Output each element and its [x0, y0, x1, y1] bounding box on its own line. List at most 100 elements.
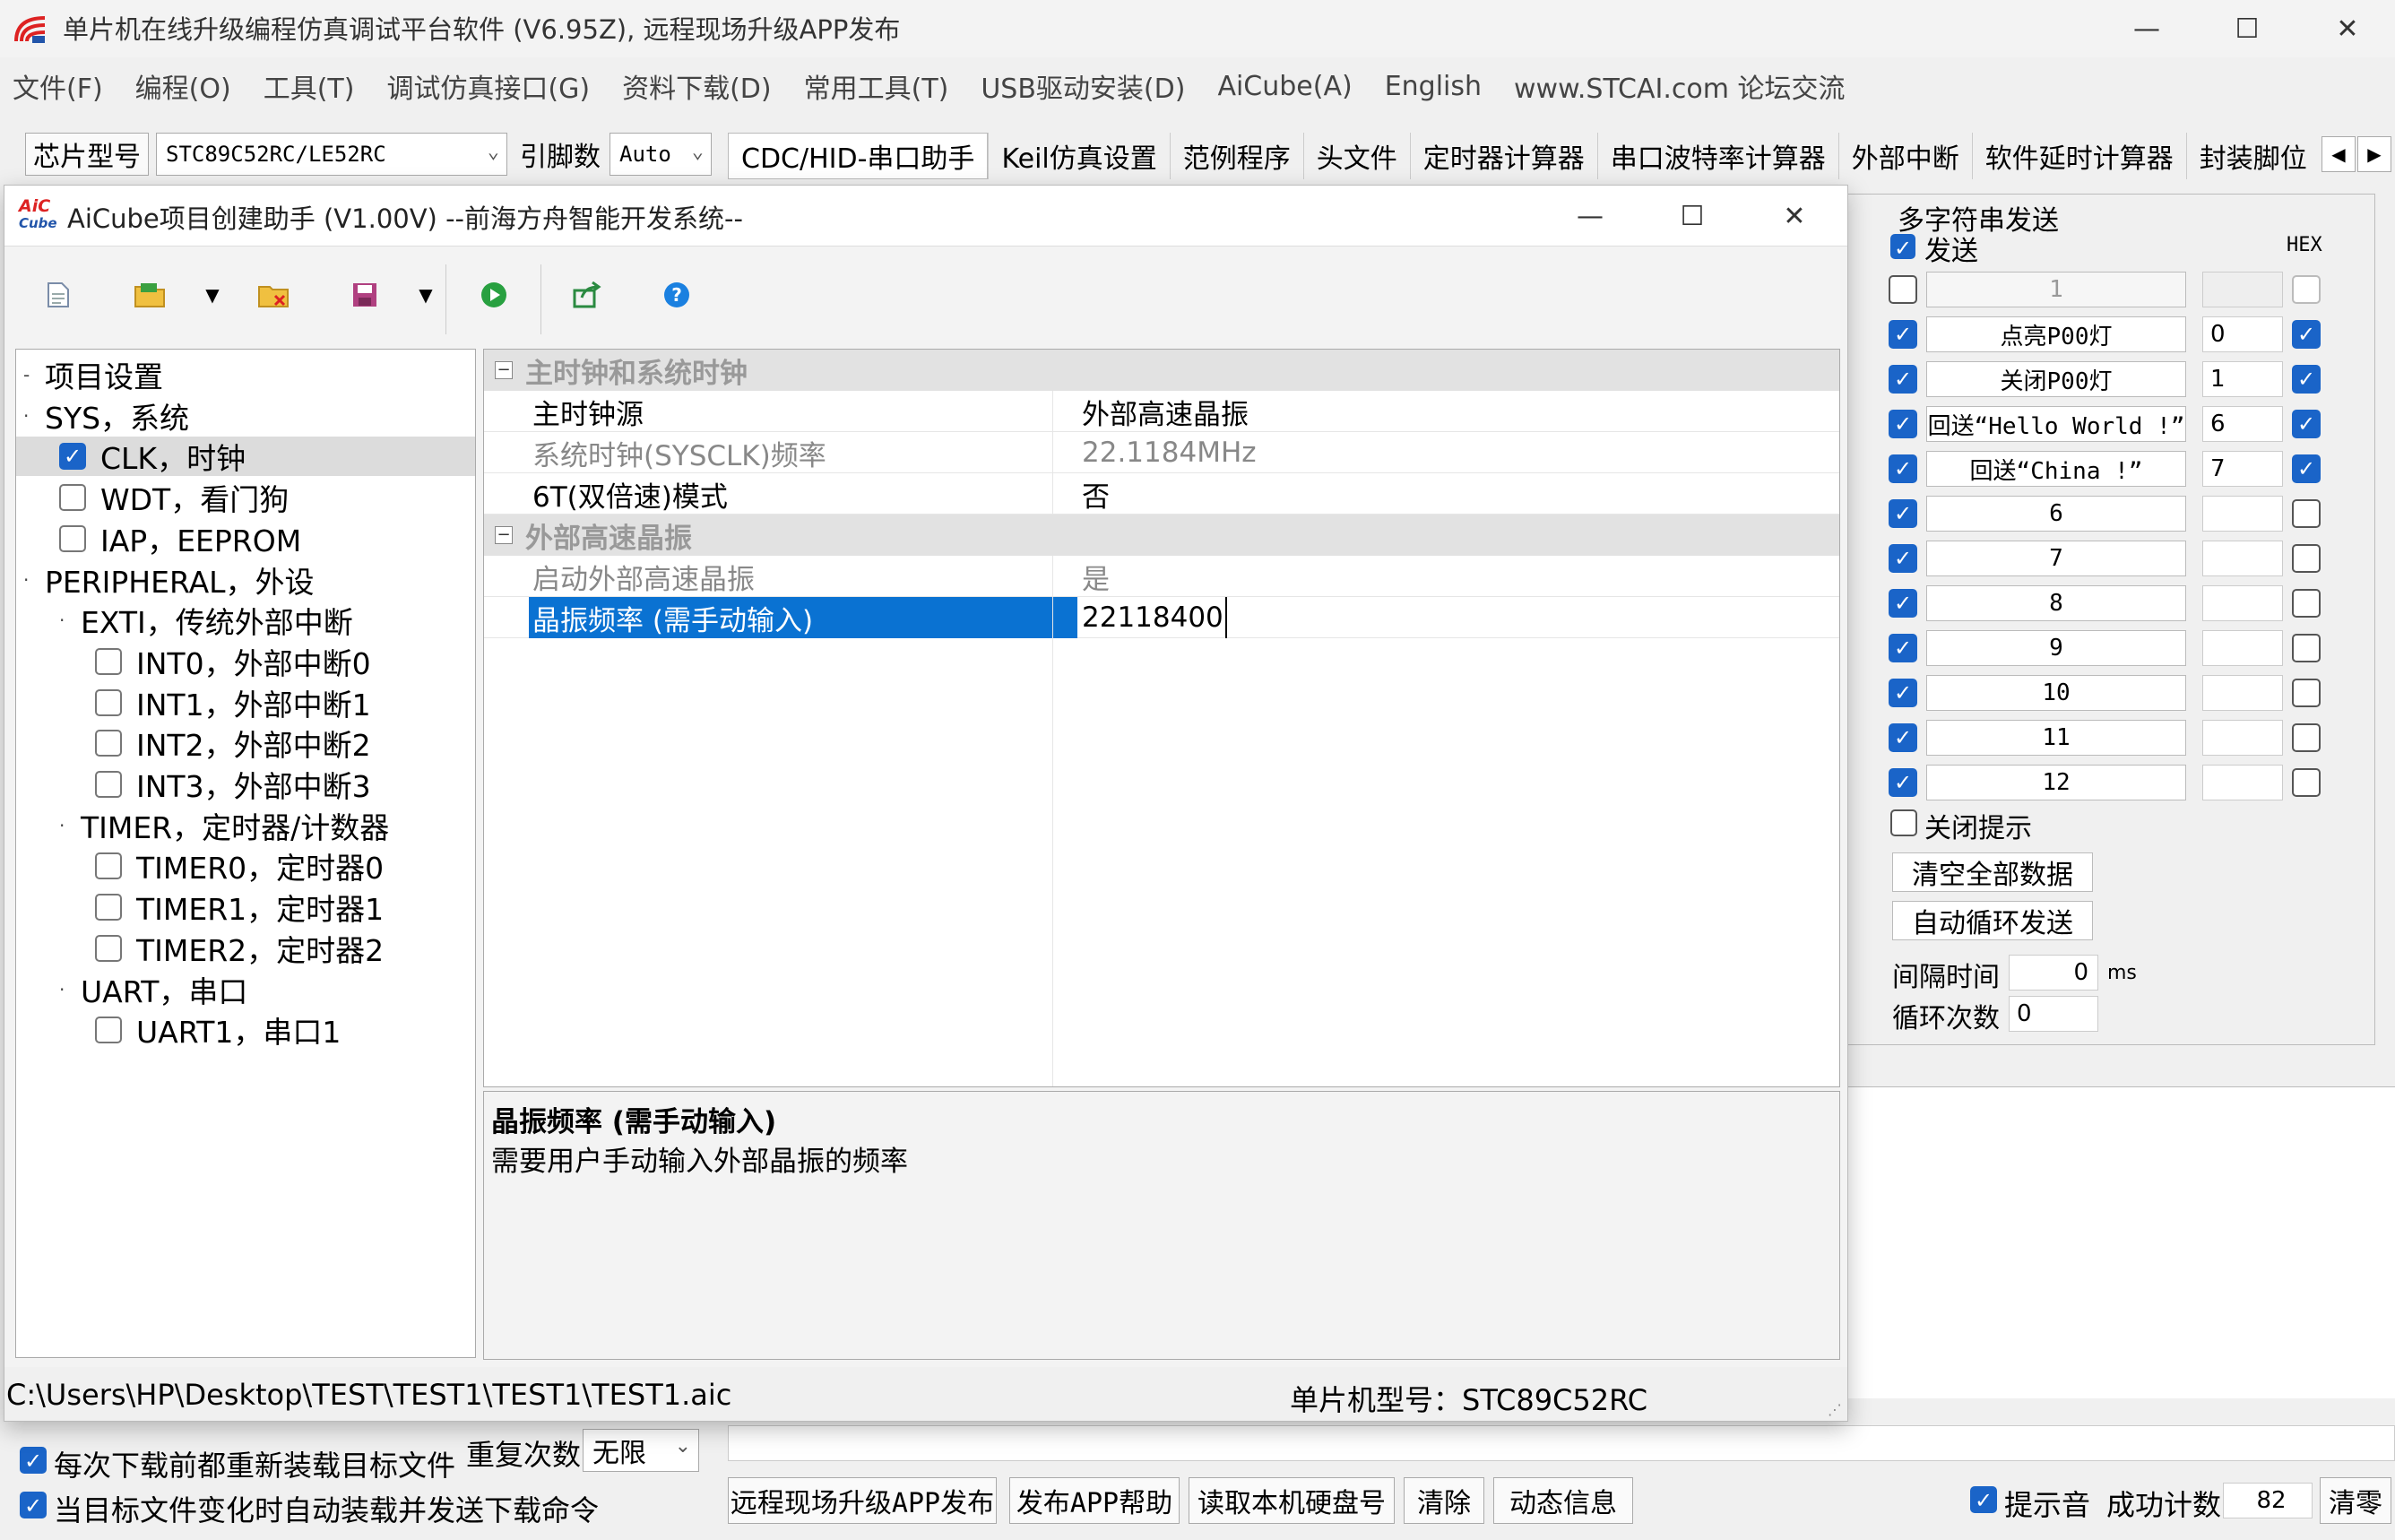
row-string-input[interactable]: 6 — [2202, 406, 2283, 442]
row-send-checkbox[interactable] — [1889, 679, 1917, 707]
row-string-input[interactable] — [2202, 720, 2283, 756]
tree-node[interactable]: INT3，外部中断3 — [95, 765, 371, 804]
row-send-button[interactable]: 11 — [1926, 720, 2186, 756]
row-hex-checkbox[interactable] — [2292, 589, 2321, 618]
tab-external-interrupt[interactable]: 外部中断 — [1837, 133, 1972, 179]
tree-checkbox[interactable] — [95, 771, 122, 798]
tab-timer-calculator[interactable]: 定时器计算器 — [1409, 133, 1597, 179]
auto-load-checkbox[interactable] — [20, 1492, 47, 1518]
row-send-checkbox[interactable] — [1889, 544, 1917, 573]
pins-select[interactable]: Auto ⌄ — [610, 133, 712, 176]
row-hex-checkbox[interactable] — [2292, 634, 2321, 662]
expand-icon[interactable]: · — [59, 815, 75, 836]
row-hex-checkbox[interactable] — [2292, 320, 2321, 349]
row-send-checkbox[interactable] — [1889, 634, 1917, 662]
tree-node[interactable]: TIMER2，定时器2 — [95, 929, 384, 968]
row-string-input[interactable] — [2202, 585, 2283, 621]
chip-type-select[interactable]: STC89C52RC/LE52RC ⌄ — [156, 133, 507, 176]
tree-checkbox[interactable] — [95, 894, 122, 921]
clear-button[interactable]: 清除 — [1404, 1477, 1484, 1524]
row-string-input[interactable] — [2202, 630, 2283, 666]
tree-checkbox[interactable] — [95, 1017, 122, 1044]
menu-forum[interactable]: www.STCAI.com 论坛交流 — [1514, 66, 1845, 106]
expand-icon[interactable]: · — [23, 405, 39, 427]
tab-header-files[interactable]: 头文件 — [1302, 133, 1410, 179]
expand-icon[interactable]: · — [59, 610, 75, 631]
help-icon[interactable]: ? — [659, 277, 695, 313]
row-string-input[interactable] — [2202, 675, 2283, 711]
tree-node[interactable]: UART1，串口1 — [95, 1010, 341, 1050]
dialog-maximize-icon[interactable]: ☐ — [1643, 186, 1742, 247]
tree-checkbox[interactable] — [95, 647, 122, 675]
tree-node[interactable]: INT1，外部中断1 — [95, 683, 371, 722]
property-row[interactable]: 启动外部高速晶振 是 — [484, 556, 1839, 597]
category-external-crystal[interactable]: − 外部高速晶振 — [484, 515, 1839, 556]
tree-node[interactable]: TIMER0，定时器0 — [95, 846, 384, 886]
row-send-button[interactable]: 1 — [1926, 272, 2186, 307]
close-tip-checkbox[interactable] — [1890, 809, 1917, 836]
row-send-checkbox[interactable] — [1889, 365, 1917, 394]
row-send-button[interactable]: 9 — [1926, 630, 2186, 666]
tree-checkbox[interactable] — [95, 688, 122, 716]
row-hex-checkbox[interactable] — [2292, 410, 2321, 438]
menu-english[interactable]: English — [1385, 71, 1482, 102]
row-hex-checkbox[interactable] — [2292, 275, 2321, 304]
tree-checkbox[interactable] — [59, 524, 86, 552]
read-disk-button[interactable]: 读取本机硬盘号 — [1189, 1477, 1395, 1524]
property-value[interactable]: 外部高速晶振 — [1052, 391, 1839, 432]
row-hex-checkbox[interactable] — [2292, 723, 2321, 752]
row-string-input[interactable] — [2202, 272, 2283, 307]
collapse-icon[interactable]: − — [495, 361, 513, 379]
row-string-input[interactable]: 0 — [2202, 316, 2283, 352]
resize-grip-icon[interactable]: ⋰ — [1828, 1401, 1842, 1418]
row-send-checkbox[interactable] — [1889, 454, 1917, 483]
expand-icon[interactable]: · — [23, 569, 39, 591]
row-hex-checkbox[interactable] — [2292, 679, 2321, 707]
menu-common-tools[interactable]: 常用工具(T) — [804, 66, 949, 106]
row-send-button[interactable]: 关闭P00灯 — [1926, 361, 2186, 397]
tree-node[interactable]: WDT，看门狗 — [59, 478, 289, 517]
tree-node[interactable]: · EXTI，传统外部中断 — [59, 601, 353, 640]
tree-node[interactable]: IAP，EEPROM — [59, 519, 301, 558]
loop-input[interactable]: 0 — [2009, 996, 2098, 1032]
row-send-checkbox[interactable] — [1889, 410, 1917, 438]
clear-count-button[interactable]: 清零 — [2320, 1477, 2391, 1524]
new-file-icon[interactable] — [40, 277, 76, 313]
row-send-button[interactable]: 8 — [1926, 585, 2186, 621]
open-dropdown-icon[interactable]: ▼ — [195, 277, 230, 313]
row-hex-checkbox[interactable] — [2292, 544, 2321, 573]
row-send-checkbox[interactable] — [1889, 723, 1917, 752]
send-all-checkbox[interactable] — [1890, 234, 1915, 259]
row-string-input[interactable]: 7 — [2202, 451, 2283, 487]
tree-node[interactable]: · SYS，系统 — [23, 396, 189, 436]
tree-node[interactable]: CLK，时钟 — [16, 437, 475, 477]
tab-keil-settings[interactable]: Keil仿真设置 — [988, 133, 1169, 179]
tree-node[interactable]: · TIMER，定时器/计数器 — [59, 806, 389, 845]
run-icon[interactable] — [476, 277, 512, 313]
tab-scroll-left-icon[interactable]: ◀ — [2322, 136, 2356, 172]
maximize-icon[interactable]: ☐ — [2198, 0, 2296, 57]
menu-usb-driver[interactable]: USB驱动安装(D) — [981, 66, 1185, 106]
tree-node[interactable]: INT2，外部中断2 — [95, 723, 371, 763]
row-string-input[interactable] — [2202, 765, 2283, 800]
tab-baud-calculator[interactable]: 串口波特率计算器 — [1596, 133, 1838, 179]
tree-node[interactable]: - 项目设置 — [23, 355, 163, 394]
tree-node[interactable]: TIMER1，定时器1 — [95, 887, 384, 927]
collapse-icon[interactable]: − — [495, 526, 513, 544]
remote-upgrade-button[interactable]: 远程现场升级APP发布 — [728, 1477, 997, 1524]
row-hex-checkbox[interactable] — [2292, 365, 2321, 394]
tab-package-pins[interactable]: 封装脚位 — [2185, 133, 2320, 179]
close-project-icon[interactable] — [255, 277, 291, 313]
sound-checkbox[interactable] — [1970, 1486, 1997, 1513]
property-row[interactable]: 系统时钟(SYSCLK)频率 22.1184MHz — [484, 432, 1839, 473]
open-folder-icon[interactable] — [132, 277, 168, 313]
dialog-minimize-icon[interactable]: — — [1541, 186, 1639, 247]
auto-loop-button[interactable]: 自动循环发送 — [1892, 901, 2093, 940]
category-main-clock[interactable]: − 主时钟和系统时钟 — [484, 350, 1839, 391]
tree-node[interactable]: INT0，外部中断0 — [95, 642, 371, 681]
menu-program[interactable]: 编程(O) — [135, 66, 231, 106]
row-string-input[interactable] — [2202, 541, 2283, 576]
row-send-checkbox[interactable] — [1889, 320, 1917, 349]
row-send-button[interactable]: 12 — [1926, 765, 2186, 800]
row-send-checkbox[interactable] — [1889, 589, 1917, 618]
